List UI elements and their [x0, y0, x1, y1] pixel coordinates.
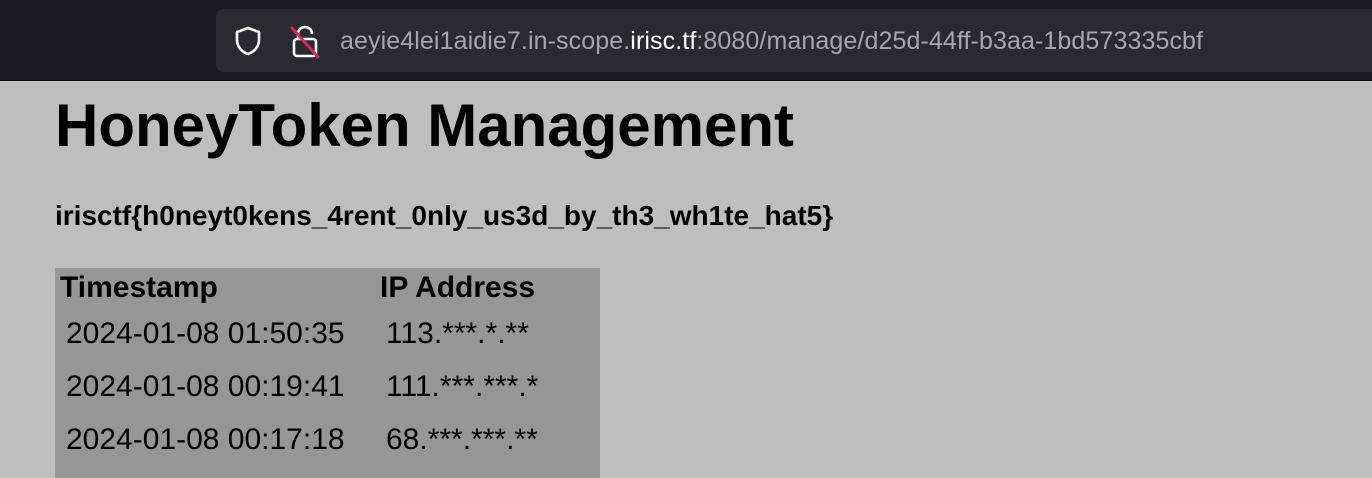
access-log-table: Timestamp IP Address 2024-01-08 01:50:35…	[54, 268, 550, 466]
timestamp-cell: 2024-01-08 00:17:18	[66, 422, 345, 456]
table-header-row: Timestamp IP Address	[60, 268, 544, 307]
url-suffix: :8080/manage/d25d-44ff-b3aa-1bd573335cbf	[696, 27, 1204, 55]
ip-address-cell: 111.***.***.*	[386, 369, 539, 403]
browser-toolbar: aeyie4lei1aidie7.in-scope.irisc.tf:8080/…	[0, 0, 1372, 81]
column-header-ip-address: IP Address	[380, 270, 536, 304]
timestamp-cell: 2024-01-08 00:19:41	[66, 369, 345, 403]
ip-address-cell: 68.***.***.**	[386, 422, 538, 456]
table-row: 2024-01-08 00:19:41 111.***.***.*	[60, 360, 544, 413]
page-title: HoneyToken Management	[55, 92, 795, 159]
access-log-table-container: Timestamp IP Address 2024-01-08 01:50:35…	[55, 268, 600, 478]
shield-icon[interactable]	[233, 26, 263, 56]
table-row: 2024-01-08 00:17:18 68.***.***.**	[60, 413, 544, 466]
table-row: 2024-01-08 01:50:35 113.***.*.**	[60, 307, 544, 360]
url-prefix: aeyie4lei1aidie7.in-scope.	[340, 27, 631, 55]
column-header-timestamp: Timestamp	[60, 270, 218, 304]
url-host: irisc.tf	[630, 27, 697, 55]
ip-address-cell: 113.***.*.**	[386, 316, 529, 350]
insecure-lock-icon[interactable]	[289, 25, 321, 59]
timestamp-cell: 2024-01-08 01:50:35	[66, 316, 345, 350]
address-bar[interactable]: aeyie4lei1aidie7.in-scope.irisc.tf:8080/…	[216, 9, 1372, 72]
url-text[interactable]: aeyie4lei1aidie7.in-scope.irisc.tf:8080/…	[340, 26, 1203, 56]
flag-text: irisctf{h0neyt0kens_4rent_0nly_us3d_by_t…	[55, 200, 834, 231]
